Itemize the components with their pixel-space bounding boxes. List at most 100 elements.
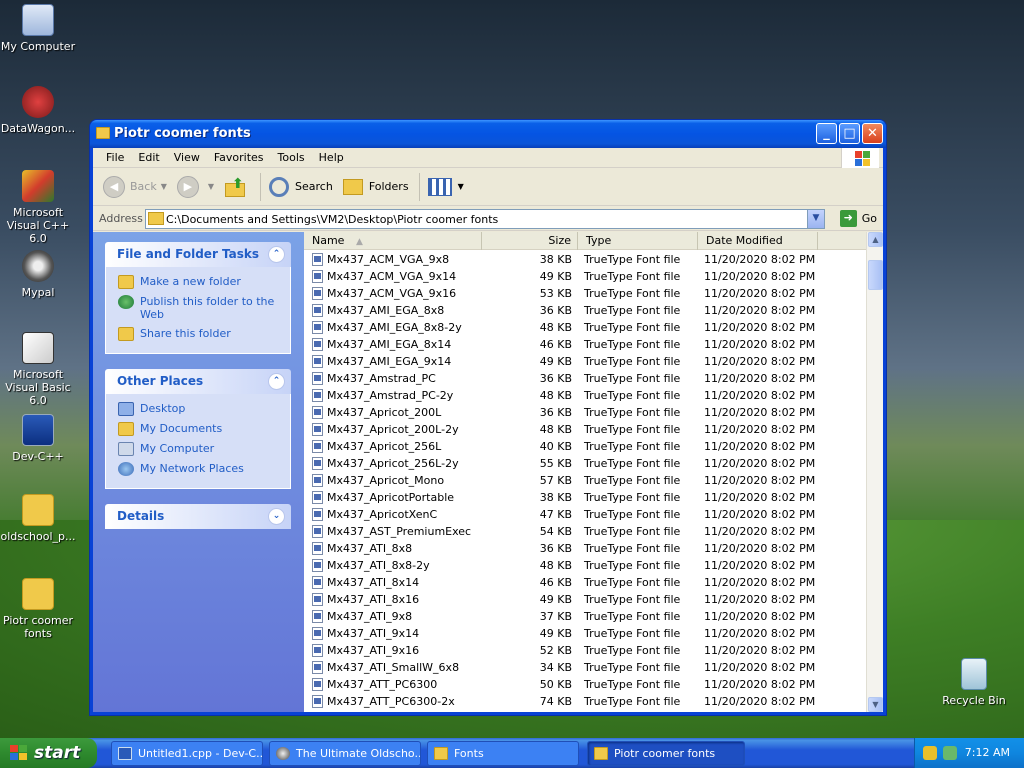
place-my-network-link[interactable]: My Network Places	[118, 462, 280, 476]
file-name: Mx437_ATI_8x8	[327, 542, 413, 555]
desktop-icon-piotr-fonts[interactable]: Piotr coomer fonts	[0, 578, 76, 640]
file-row[interactable]: Mx437_AMI_EGA_8x8 36 KB TrueType Font file…	[304, 302, 866, 319]
file-row[interactable]: Mx437_Apricot_200L 36 KB TrueType Font fil…	[304, 404, 866, 421]
up-folder-button[interactable]: ⬆	[220, 172, 254, 202]
column-header-name[interactable]: Name ▲	[304, 232, 482, 250]
desktop-icon-visual-basic[interactable]: Microsoft Visual Basic 6.0	[0, 332, 76, 407]
menu-favorites[interactable]: Favorites	[207, 151, 271, 164]
file-row[interactable]: Mx437_Amstrad_PC-2y 48 KB TrueType Font fi…	[304, 387, 866, 404]
title-bar[interactable]: Piotr coomer fonts _ □ ✕	[90, 120, 886, 148]
file-row[interactable]: Mx437_ApricotPortable 38 KB TrueType Font …	[304, 489, 866, 506]
file-folder-tasks-header[interactable]: File and Folder Tasks ⌃	[105, 242, 291, 267]
scroll-down-button[interactable]: ▼	[868, 697, 883, 712]
file-name: Mx437_AMI_EGA_9x14	[327, 355, 452, 368]
place-my-documents-link[interactable]: My Documents	[118, 422, 280, 436]
file-row[interactable]: Mx437_ATI_9x16 52 KB TrueType Font file 11/…	[304, 642, 866, 659]
desktop-icon-recycle-bin[interactable]: Recycle Bin	[936, 658, 1012, 707]
share-folder-link[interactable]: Share this folder	[118, 327, 280, 341]
menu-file[interactable]: File	[99, 151, 131, 164]
start-button[interactable]: start	[0, 738, 97, 768]
file-row[interactable]: Mx437_ATI_9x14 49 KB TrueType Font file 11/…	[304, 625, 866, 642]
file-row[interactable]: Mx437_ATT_PC6300-2x 74 KB TrueType Font fi…	[304, 693, 866, 710]
minimize-button[interactable]: _	[816, 123, 837, 144]
file-row[interactable]: Mx437_ACM_VGA_9x16 53 KB TrueType Font fil…	[304, 285, 866, 302]
details-header[interactable]: Details ⌄	[105, 504, 291, 529]
file-row[interactable]: Mx437_AST_PremiumExec 54 KB TrueType Font …	[304, 523, 866, 540]
menu-view[interactable]: View	[167, 151, 207, 164]
file-date: 11/20/2020 8:02 PM	[704, 423, 816, 436]
truetype-font-icon	[312, 474, 323, 487]
globe-icon	[118, 295, 134, 309]
taskbar-item-browser[interactable]: The Ultimate Oldscho...	[269, 741, 421, 766]
search-button[interactable]: Search	[265, 172, 337, 202]
file-row[interactable]: Mx437_ATI_8x16 49 KB TrueType Font file 11/…	[304, 591, 866, 608]
network-tray-icon[interactable]	[943, 746, 957, 760]
address-input[interactable]: C:\Documents and Settings\VM2\Desktop\Pi…	[145, 209, 825, 229]
file-row[interactable]: Mx437_ACM_VGA_9x14 49 KB TrueType Font fil…	[304, 268, 866, 285]
file-row[interactable]: Mx437_AMI_EGA_9x14 49 KB TrueType Font fil…	[304, 353, 866, 370]
menu-edit[interactable]: Edit	[131, 151, 166, 164]
truetype-font-icon	[312, 610, 323, 623]
file-row[interactable]: Mx437_ATI_SmallW_6x8 34 KB TrueType Font f…	[304, 659, 866, 676]
file-row[interactable]: Mx437_Apricot_256L 40 KB TrueType Font fil…	[304, 438, 866, 455]
file-name: Mx437_AMI_EGA_8x14	[327, 338, 452, 351]
file-date: 11/20/2020 8:02 PM	[704, 695, 816, 708]
file-row[interactable]: Mx437_ATT_PC6300 50 KB TrueType Font file 1…	[304, 676, 866, 693]
link-label: Publish this folder to the Web	[140, 295, 275, 321]
make-new-folder-link[interactable]: Make a new folder	[118, 275, 280, 289]
file-row[interactable]: Mx437_Apricot_256L-2y 55 KB TrueType Font …	[304, 455, 866, 472]
folder-icon	[594, 747, 608, 760]
file-row[interactable]: Mx437_AMI_EGA_8x8-2y 48 KB TrueType Font f…	[304, 319, 866, 336]
desktop-icon-visual-cpp[interactable]: Microsoft Visual C++ 6.0	[0, 170, 76, 245]
forward-button[interactable]: ▶ ▼	[173, 172, 218, 202]
file-row[interactable]: Mx437_ATI_8x14 46 KB TrueType Font file 11/…	[304, 574, 866, 591]
file-type: TrueType Font file	[584, 457, 681, 470]
chevron-up-icon[interactable]: ⌃	[268, 373, 285, 390]
place-my-computer-link[interactable]: My Computer	[118, 442, 280, 456]
taskbar-item-fonts[interactable]: Fonts	[427, 741, 579, 766]
close-button[interactable]: ✕	[862, 123, 883, 144]
maximize-button[interactable]: □	[839, 123, 860, 144]
folders-button[interactable]: Folders	[339, 172, 413, 202]
network-icon	[118, 462, 134, 476]
desktop-icon-oldschool-zip[interactable]: oldschool_p...	[0, 494, 76, 543]
file-row[interactable]: Mx437_Amstrad_PC 36 KB TrueType Font file 1…	[304, 370, 866, 387]
file-row[interactable]: Mx437_ACM_VGA_9x8 38 KB TrueType Font file…	[304, 251, 866, 268]
desktop-icon-devcpp[interactable]: Dev-C++	[0, 414, 76, 463]
menu-help[interactable]: Help	[312, 151, 351, 164]
file-row[interactable]: Mx437_Apricot_Mono 57 KB TrueType Font fil…	[304, 472, 866, 489]
scroll-thumb[interactable]	[868, 260, 883, 290]
vertical-scrollbar[interactable]: ▲ ▼	[866, 232, 883, 712]
taskbar-item-devcpp[interactable]: Untitled1.cpp - Dev-C...	[111, 741, 263, 766]
column-header-date[interactable]: Date Modified	[698, 232, 818, 250]
publish-web-link[interactable]: Publish this folder to the Web	[118, 295, 280, 321]
go-button[interactable]: ➜ Go	[839, 210, 877, 227]
file-date: 11/20/2020 8:02 PM	[704, 270, 816, 283]
file-row[interactable]: Mx437_AMI_EGA_8x14 46 KB TrueType Font fil…	[304, 336, 866, 353]
file-name: Mx437_ATI_9x14	[327, 627, 420, 640]
other-places-header[interactable]: Other Places ⌃	[105, 369, 291, 394]
column-header-size[interactable]: Size	[482, 232, 578, 250]
address-dropdown-button[interactable]: ▼	[807, 210, 824, 228]
go-label: Go	[861, 212, 877, 225]
back-button[interactable]: ◀ Back ▼	[99, 172, 171, 202]
security-shield-icon[interactable]	[923, 746, 937, 760]
file-row[interactable]: Mx437_ATI_8x8 36 KB TrueType Font file 11/2…	[304, 540, 866, 557]
menu-tools[interactable]: Tools	[271, 151, 312, 164]
taskbar-item-piotr-fonts[interactable]: Piotr coomer fonts	[587, 741, 745, 766]
views-button[interactable]: ▼	[424, 172, 468, 202]
desktop-icon-mypal[interactable]: Mypal	[0, 250, 76, 299]
place-desktop-link[interactable]: Desktop	[118, 402, 280, 416]
chevron-up-icon[interactable]: ⌃	[268, 246, 285, 263]
file-row[interactable]: Mx437_ATI_9x8 37 KB TrueType Font file 11/2…	[304, 608, 866, 625]
file-row[interactable]: Mx437_Apricot_200L-2y 48 KB TrueType Font …	[304, 421, 866, 438]
column-header-type[interactable]: Type	[578, 232, 698, 250]
desktop-icon-datawagon[interactable]: DataWagon...	[0, 86, 76, 135]
chevron-down-icon[interactable]: ⌄	[268, 508, 285, 525]
link-label: Share this folder	[140, 327, 231, 340]
file-row[interactable]: Mx437_ApricotXenC 47 KB TrueType Font file…	[304, 506, 866, 523]
desktop-icon-my-computer[interactable]: My Computer	[0, 4, 76, 53]
file-row[interactable]: Mx437_ATI_8x8-2y 48 KB TrueType Font file 1…	[304, 557, 866, 574]
file-type: TrueType Font file	[584, 253, 681, 266]
scroll-up-button[interactable]: ▲	[868, 232, 883, 247]
